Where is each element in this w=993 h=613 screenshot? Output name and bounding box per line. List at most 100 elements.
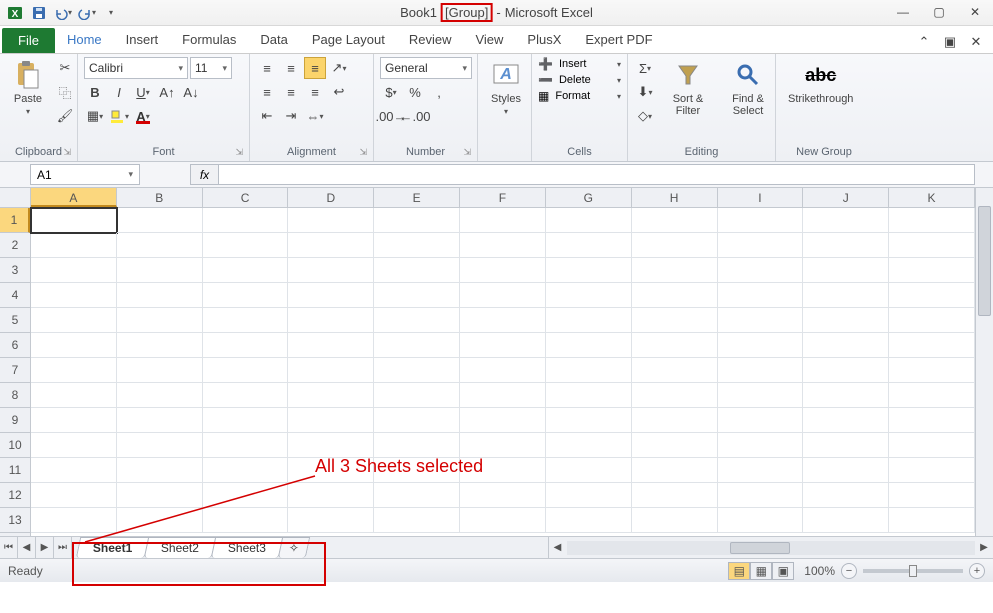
font-size-combo[interactable]: 11▾: [190, 57, 232, 79]
cell[interactable]: [374, 483, 460, 508]
cell[interactable]: [31, 383, 117, 408]
cell[interactable]: [374, 433, 460, 458]
cell[interactable]: [288, 458, 374, 483]
align-middle-icon[interactable]: ≡: [280, 57, 302, 79]
cell[interactable]: [203, 308, 289, 333]
cell[interactable]: [803, 433, 889, 458]
increase-indent-icon[interactable]: ⇥: [280, 105, 302, 127]
cell[interactable]: [803, 208, 889, 233]
col-header-J[interactable]: J: [803, 188, 889, 207]
cell[interactable]: [288, 383, 374, 408]
new-sheet-button[interactable]: ✧: [278, 537, 311, 558]
qat-customize-icon[interactable]: ▾: [100, 3, 122, 23]
underline-button[interactable]: U▾: [132, 81, 154, 103]
cell[interactable]: [288, 208, 374, 233]
sheet-tab-3[interactable]: Sheet3: [211, 537, 284, 558]
cell[interactable]: [632, 483, 718, 508]
delete-cells-button[interactable]: ➖Delete▾: [538, 73, 621, 87]
row-header-2[interactable]: 2: [0, 233, 30, 258]
cell[interactable]: [718, 383, 804, 408]
decrease-font-icon[interactable]: A↓: [180, 81, 202, 103]
cell[interactable]: [632, 458, 718, 483]
row-header-4[interactable]: 4: [0, 283, 30, 308]
cell[interactable]: [889, 333, 975, 358]
cell[interactable]: [546, 408, 632, 433]
row-header-3[interactable]: 3: [0, 258, 30, 283]
cell[interactable]: [203, 508, 289, 533]
cell[interactable]: [117, 433, 203, 458]
clipboard-launcher-icon[interactable]: ⇲: [63, 147, 71, 158]
cell[interactable]: [374, 308, 460, 333]
cell[interactable]: [460, 333, 546, 358]
horizontal-scrollbar[interactable]: ◀ ▶: [548, 537, 993, 558]
cell[interactable]: [31, 233, 117, 258]
cell[interactable]: [803, 483, 889, 508]
cell[interactable]: [31, 483, 117, 508]
cell[interactable]: [889, 233, 975, 258]
cell[interactable]: [718, 233, 804, 258]
cell[interactable]: [889, 483, 975, 508]
page-break-view-icon[interactable]: ▣: [772, 562, 794, 580]
cell[interactable]: [31, 458, 117, 483]
cell[interactable]: [31, 358, 117, 383]
row-header-13[interactable]: 13: [0, 508, 30, 533]
cell[interactable]: [889, 508, 975, 533]
cell[interactable]: [546, 308, 632, 333]
cell[interactable]: [117, 283, 203, 308]
zoom-level[interactable]: 100%: [804, 564, 835, 578]
cell[interactable]: [889, 283, 975, 308]
cell[interactable]: [288, 483, 374, 508]
cell[interactable]: [632, 208, 718, 233]
format-cells-button[interactable]: ▦Format▾: [538, 89, 621, 103]
number-format-combo[interactable]: General▾: [380, 57, 472, 79]
row-header-7[interactable]: 7: [0, 358, 30, 383]
cell[interactable]: [718, 258, 804, 283]
cell[interactable]: [460, 233, 546, 258]
sheet-nav-next-icon[interactable]: ▶: [36, 537, 54, 558]
cell[interactable]: [718, 283, 804, 308]
number-launcher-icon[interactable]: ⇲: [463, 147, 471, 158]
undo-icon[interactable]: ▾: [52, 3, 74, 23]
cells-area[interactable]: [31, 208, 975, 536]
comma-format-icon[interactable]: ,: [428, 81, 450, 103]
borders-icon[interactable]: ▦▾: [84, 105, 106, 127]
cell[interactable]: [546, 383, 632, 408]
tab-page-layout[interactable]: Page Layout: [300, 26, 397, 53]
col-header-I[interactable]: I: [718, 188, 804, 207]
merge-center-icon[interactable]: ⇔▾: [304, 105, 326, 127]
cell[interactable]: [117, 458, 203, 483]
cell[interactable]: [889, 433, 975, 458]
cell[interactable]: [632, 383, 718, 408]
accounting-format-icon[interactable]: $▾: [380, 81, 402, 103]
clear-icon[interactable]: ◇▾: [634, 105, 656, 127]
cell[interactable]: [203, 208, 289, 233]
cell[interactable]: [374, 258, 460, 283]
cell[interactable]: [460, 483, 546, 508]
cell[interactable]: [460, 283, 546, 308]
cell[interactable]: [288, 233, 374, 258]
cell[interactable]: [546, 233, 632, 258]
restore-workbook-icon[interactable]: ▣: [939, 31, 961, 53]
cell[interactable]: [889, 208, 975, 233]
cell[interactable]: [803, 283, 889, 308]
cell[interactable]: [889, 458, 975, 483]
cell[interactable]: [460, 383, 546, 408]
cell[interactable]: [288, 408, 374, 433]
cell[interactable]: [889, 383, 975, 408]
maximize-button[interactable]: ▢: [925, 2, 953, 22]
col-header-B[interactable]: B: [117, 188, 203, 207]
cell[interactable]: [203, 383, 289, 408]
cell[interactable]: [203, 458, 289, 483]
cell[interactable]: [117, 233, 203, 258]
cell[interactable]: [203, 233, 289, 258]
fill-color-icon[interactable]: ▾: [108, 105, 130, 127]
insert-function-button[interactable]: fx: [190, 164, 218, 185]
font-name-combo[interactable]: Calibri▾: [84, 57, 188, 79]
cell[interactable]: [632, 333, 718, 358]
cell[interactable]: [31, 333, 117, 358]
hscroll-track[interactable]: [567, 541, 975, 555]
col-header-K[interactable]: K: [889, 188, 975, 207]
row-header-9[interactable]: 9: [0, 408, 30, 433]
cell[interactable]: [203, 333, 289, 358]
cell[interactable]: [117, 308, 203, 333]
